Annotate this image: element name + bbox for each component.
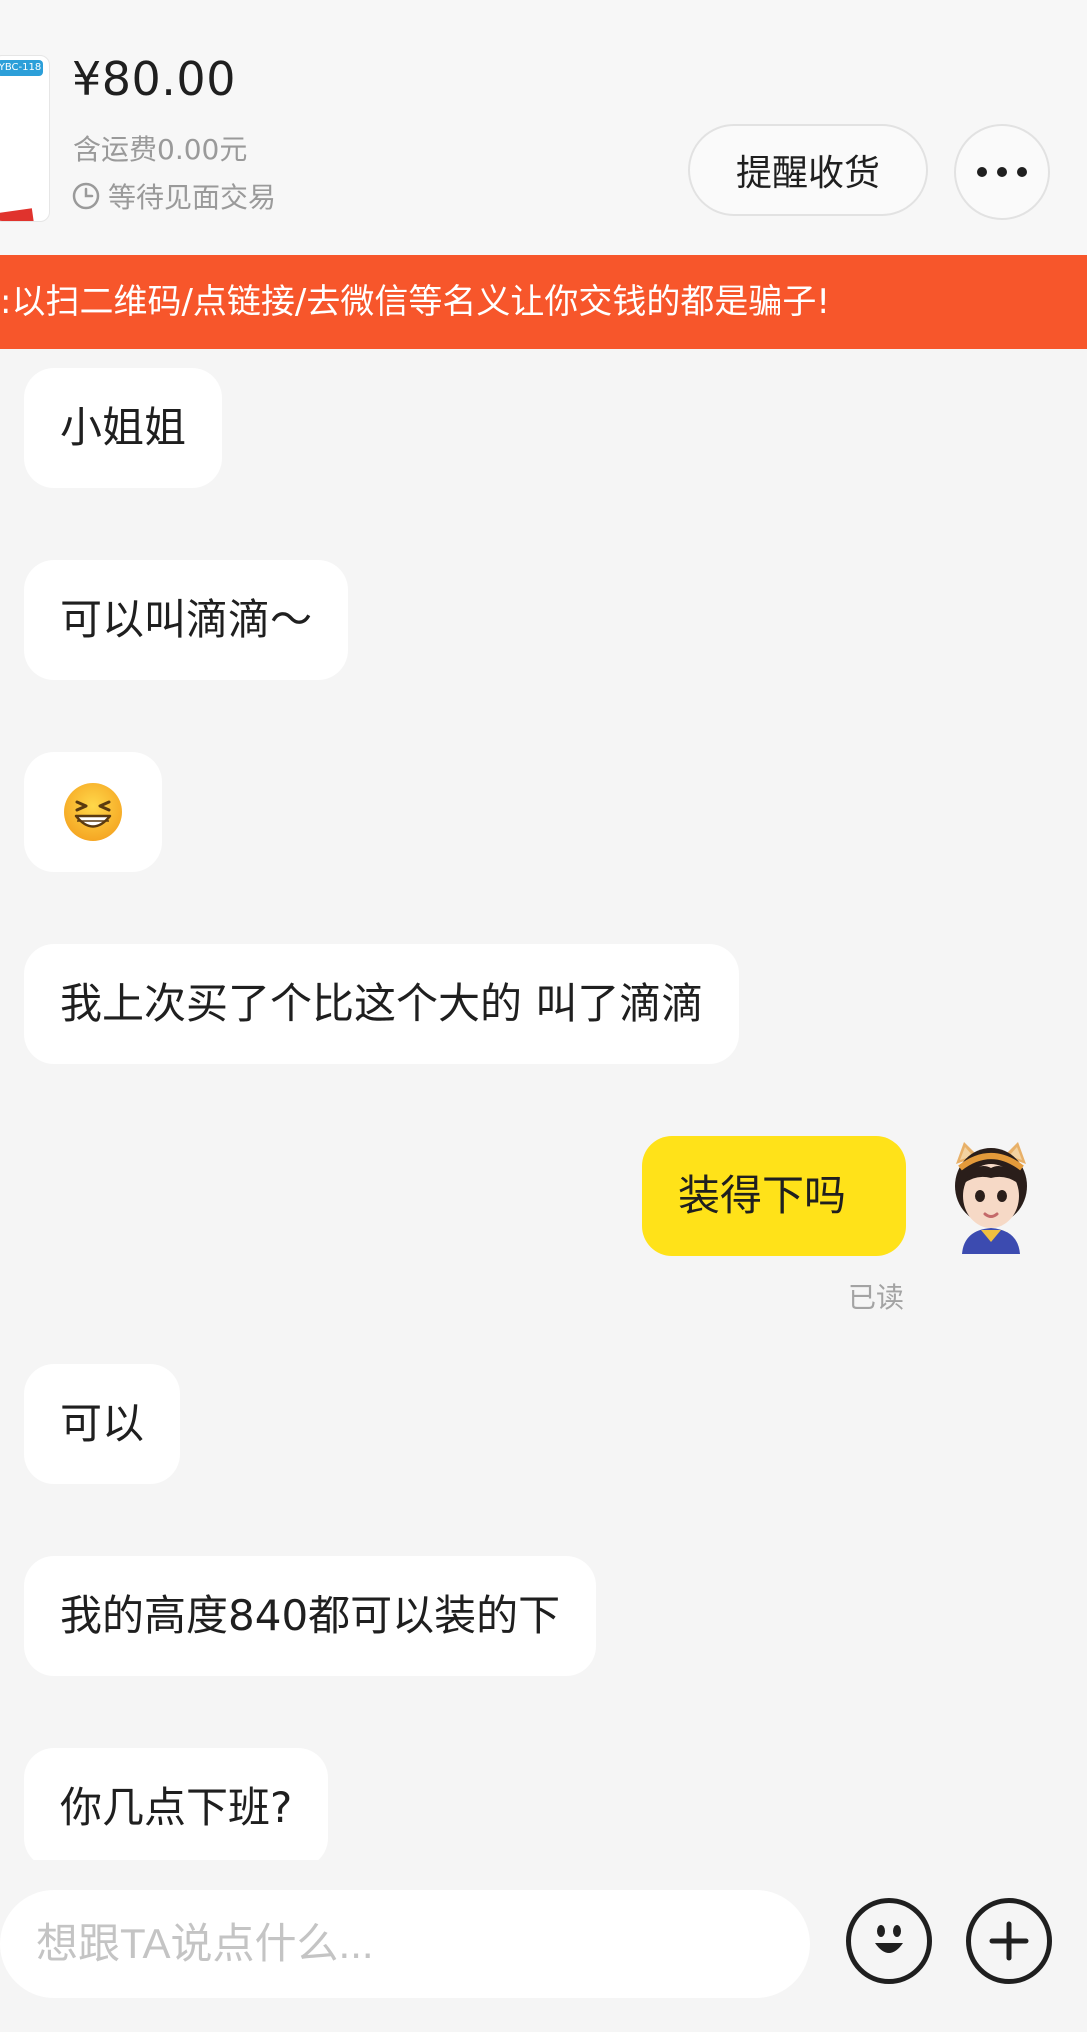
message-bubble-other[interactable]: 可以叫滴滴～ xyxy=(24,560,349,680)
order-status-text: 等待见面交易 xyxy=(108,181,277,214)
more-options-button[interactable] xyxy=(954,124,1050,220)
order-header: YBC-118 ¥80.00 含运费0.00元 等待见面交易 提醒收货 xyxy=(0,0,1087,255)
order-price: ¥80.00 xyxy=(72,52,236,106)
message-bubble-other[interactable]: 我的高度840都可以装的下 xyxy=(24,1556,597,1676)
fraud-warning-banner: :以扫二维码/点链接/去微信等名义让你交钱的都是骗子! xyxy=(0,255,1087,349)
message-composer xyxy=(0,1860,1087,2032)
remind-receipt-button[interactable]: 提醒收货 xyxy=(688,124,928,216)
message-bubble-emoji[interactable] xyxy=(24,752,162,872)
product-tag: YBC-118 xyxy=(0,60,43,76)
user-avatar[interactable] xyxy=(946,1134,1036,1254)
thumbnail-stripe xyxy=(0,208,34,221)
clock-icon xyxy=(72,182,100,210)
more-dots-icon xyxy=(977,167,1027,177)
plus-icon xyxy=(989,1921,1029,1961)
add-attachment-button[interactable] xyxy=(966,1898,1052,1984)
emoji-icon xyxy=(875,1925,903,1953)
shipping-fee: 含运费0.00元 xyxy=(73,133,248,166)
product-thumbnail[interactable]: YBC-118 xyxy=(0,55,50,222)
grinning-squinting-face-icon xyxy=(64,783,122,841)
order-status: 等待见面交易 xyxy=(72,178,276,214)
emoji-button[interactable] xyxy=(846,1898,932,1984)
message-bubble-other[interactable]: 可以 xyxy=(24,1364,181,1484)
message-bubble-other[interactable]: 你几点下班? xyxy=(24,1748,329,1868)
message-input[interactable] xyxy=(0,1890,810,1998)
message-bubble-other[interactable]: 我上次买了个比这个大的 叫了滴滴 xyxy=(24,944,740,1064)
message-bubble-mine[interactable]: 装得下吗 xyxy=(642,1136,906,1256)
read-receipt: 已读 xyxy=(848,1281,905,1314)
message-bubble-other[interactable]: 小姐姐 xyxy=(24,368,223,488)
